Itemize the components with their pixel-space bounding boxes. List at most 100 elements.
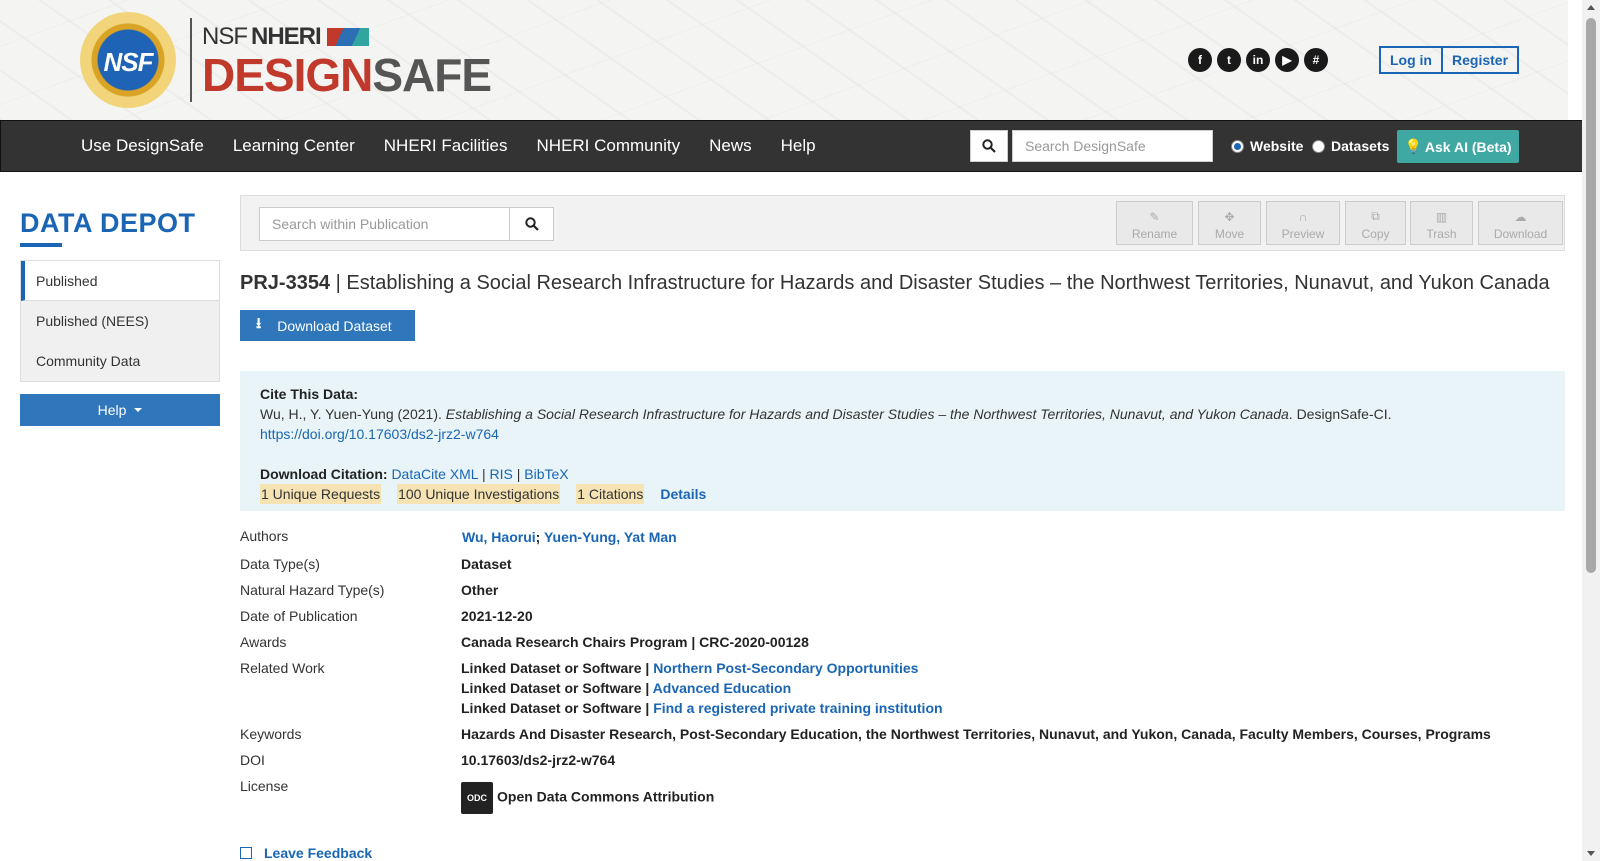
leave-feedback-link[interactable]: Leave Feedback — [240, 845, 372, 861]
cloud-download-icon: ☁ — [1514, 210, 1527, 224]
logo-main-line: DESIGNSAFE — [202, 52, 492, 98]
rename-button[interactable]: ✎ Rename — [1116, 201, 1193, 245]
nheri-wave-icon — [326, 28, 369, 46]
nav-use-designsafe[interactable]: Use DesignSafe — [81, 136, 204, 156]
nsf-seal-icon: NSF — [80, 12, 176, 108]
facebook-icon[interactable]: f — [1188, 48, 1212, 72]
doi-value: 10.17603/ds2-jrz2-w764 — [461, 752, 616, 768]
nav-search-input[interactable]: Search DesignSafe — [1012, 130, 1213, 162]
twitter-icon[interactable]: t — [1217, 48, 1241, 72]
scroll-up-arrow-icon[interactable] — [1587, 5, 1595, 10]
trash-icon: ▥ — [1435, 210, 1448, 224]
publication-search-placeholder: Search within Publication — [272, 216, 429, 232]
register-link[interactable]: Register — [1441, 48, 1517, 72]
keywords-label: Keywords — [240, 726, 302, 742]
main-nav: Use DesignSafe Learning Center NHERI Fac… — [0, 120, 1586, 172]
nav-news[interactable]: News — [709, 136, 752, 156]
nav-nheri-community[interactable]: NHERI Community — [537, 136, 681, 156]
bibtex-link[interactable]: BibTeX — [524, 466, 568, 482]
format-separator: | — [478, 466, 490, 482]
odc-license-icon: ODC — [461, 782, 493, 814]
radio-datasets-label: Datasets — [1331, 138, 1390, 154]
move-label: Move — [1214, 227, 1245, 241]
radio-website-dot[interactable] — [1231, 139, 1244, 153]
related-prefix: Linked Dataset or Software | — [461, 700, 654, 716]
radio-website[interactable]: Website — [1231, 138, 1303, 154]
nav-learning-center[interactable]: Learning Center — [233, 136, 355, 156]
move-icon: ✥ — [1224, 210, 1235, 224]
awards-label: Awards — [240, 634, 287, 650]
rename-label: Rename — [1131, 227, 1178, 241]
datacite-xml-link[interactable]: DataCite XML — [391, 466, 478, 482]
related-link-northern-post-secondary[interactable]: Northern Post-Secondary Opportunities — [653, 660, 918, 676]
keywords-value: Hazards And Disaster Research, Post-Seco… — [461, 726, 1491, 742]
download-dataset-button[interactable]: ⭳ Download Dataset — [240, 310, 415, 341]
data-type-label: Data Type(s) — [240, 556, 320, 572]
nav-search-button[interactable] — [970, 130, 1008, 162]
project-id: PRJ-3354 — [240, 272, 331, 294]
citation-doi-link[interactable]: https://doi.org/10.17603/ds2-jrz2-w764 — [260, 426, 499, 442]
copy-button[interactable]: ⧉ Copy — [1345, 201, 1406, 245]
license-label: License — [240, 778, 289, 794]
site-header: NSF NSF NHERI DESIGNSAFE f t in ▶ # Log … — [0, 0, 1568, 120]
social-links: f t in ▶ # — [1188, 48, 1328, 72]
publication-search-button[interactable] — [509, 207, 554, 241]
download-citation-label: Download Citation: — [260, 466, 388, 482]
nav-nheri-facilities[interactable]: NHERI Facilities — [384, 136, 508, 156]
related-link-private-training[interactable]: Find a registered private training insti… — [653, 700, 942, 716]
download-label: Download — [1493, 227, 1548, 241]
citation-text: Wu, H., Y. Yuen-Yung (2021). Establishin… — [260, 404, 1545, 424]
sidebar-item-published[interactable]: Published — [21, 261, 219, 301]
linkedin-icon[interactable]: in — [1246, 48, 1270, 72]
author-link-yuen-yung[interactable]: Yuen-Yung, Yat Man — [544, 529, 677, 545]
format-separator: | — [512, 466, 525, 482]
youtube-icon[interactable]: ▶ — [1275, 48, 1299, 72]
slack-icon[interactable]: # — [1304, 48, 1328, 72]
feedback-icon — [240, 847, 252, 859]
scroll-down-arrow-icon[interactable] — [1587, 851, 1595, 856]
caret-down-icon — [134, 408, 143, 412]
doi-label: DOI — [240, 752, 265, 768]
license-value-wrap: ODC Open Data Commons Attribution — [461, 782, 714, 814]
citation-title: Establishing a Social Research Infrastru… — [445, 406, 1289, 422]
search-icon — [982, 139, 996, 153]
radio-datasets[interactable]: Datasets — [1312, 138, 1389, 154]
scrollbar-thumb[interactable] — [1586, 18, 1596, 573]
author-link-wu[interactable]: Wu, Haorui — [462, 529, 536, 545]
sidebar-help-button[interactable]: Help — [20, 394, 220, 426]
sidebar-item-published-nees[interactable]: Published (NEES) — [21, 301, 219, 341]
leave-feedback-label: Leave Feedback — [264, 845, 373, 861]
page-scrollbar[interactable] — [1582, 0, 1600, 861]
metric-unique-requests: 1 Unique Requests — [260, 484, 382, 504]
page-title: PRJ-3354 | Establishing a Social Researc… — [240, 272, 1550, 295]
ris-link[interactable]: RIS — [489, 466, 512, 482]
radio-datasets-dot[interactable] — [1312, 139, 1325, 153]
download-button[interactable]: ☁ Download — [1478, 201, 1563, 245]
logo-top-line: NSF NHERI — [202, 23, 491, 51]
move-button[interactable]: ✥ Move — [1198, 201, 1261, 245]
copy-icon: ⧉ — [1371, 209, 1380, 223]
file-toolbar: Search within Publication ✎ Rename ✥ Move … — [240, 195, 1565, 251]
nav-help[interactable]: Help — [781, 136, 816, 156]
data-depot-title: DATA DEPOT — [20, 208, 196, 247]
title-separator: | — [330, 272, 347, 294]
logo-nsf-text: NSF — [202, 23, 248, 50]
logo-divider — [190, 18, 192, 102]
publication-search-input[interactable]: Search within Publication — [259, 207, 510, 241]
related-work-label: Related Work — [240, 660, 325, 676]
sidebar-item-community-data[interactable]: Community Data — [21, 341, 219, 381]
related-link-advanced-education[interactable]: Advanced Education — [653, 680, 791, 696]
license-value: Open Data Commons Attribution — [497, 788, 715, 805]
ask-ai-button[interactable]: 💡 Ask AI (Beta) — [1397, 130, 1519, 163]
metrics-details-link[interactable]: Details — [660, 484, 706, 504]
metrics-row: 1 Unique Requests 100 Unique Investigati… — [260, 484, 1545, 504]
citation-box: Cite This Data: Wu, H., Y. Yuen-Yung (20… — [240, 371, 1565, 511]
sidebar-help-label: Help — [97, 402, 127, 418]
download-citation-row: Download Citation: DataCite XML | RIS | … — [260, 464, 1545, 484]
login-link[interactable]: Log in — [1381, 48, 1441, 72]
trash-button[interactable]: ▥ Trash — [1410, 201, 1473, 245]
designsafe-logo[interactable]: NSF NSF NHERI DESIGNSAFE — [80, 12, 492, 108]
preview-button[interactable]: ∩ Preview — [1266, 201, 1340, 245]
nav-search-placeholder: Search DesignSafe — [1025, 138, 1146, 154]
logo-design-text: DESIGN — [202, 49, 373, 101]
